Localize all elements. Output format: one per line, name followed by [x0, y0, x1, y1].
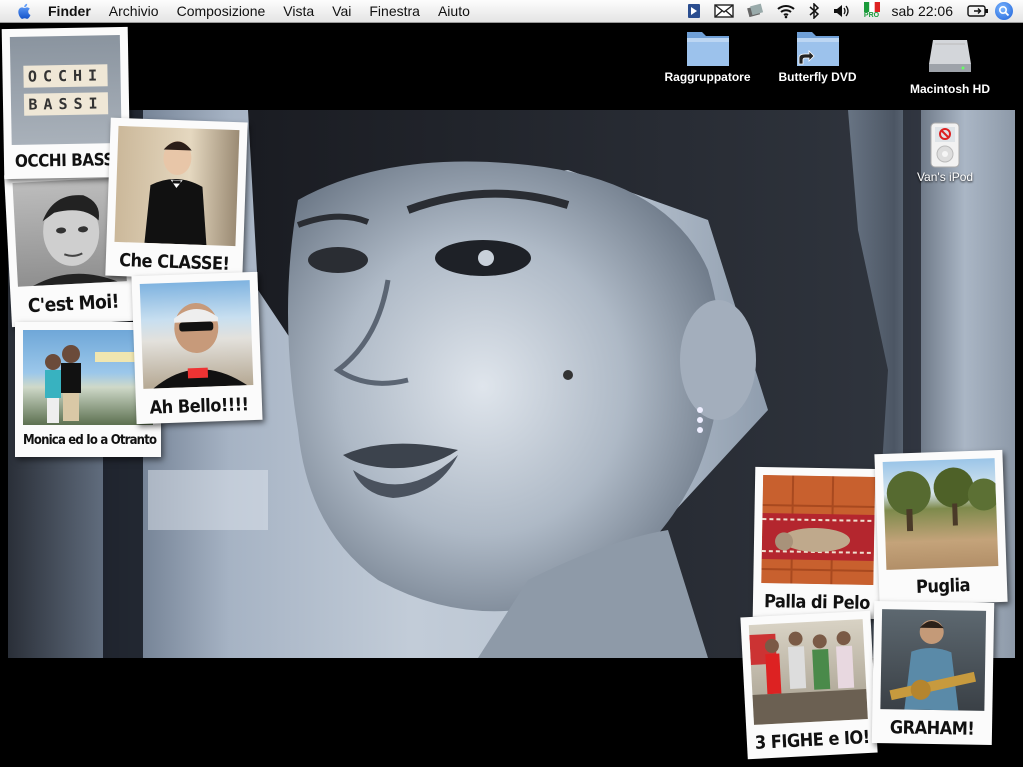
hard-drive-icon	[927, 30, 973, 72]
polaroid-photo	[882, 458, 999, 570]
battery-icon[interactable]	[967, 5, 989, 17]
folder-butterfly-dvd[interactable]: Butterfly DVD	[770, 26, 865, 84]
folder-butterfly-dvd-label: Butterfly DVD	[778, 70, 857, 84]
apple-menu-icon[interactable]	[16, 2, 34, 20]
folder-raggruppatore-label: Raggruppatore	[664, 70, 751, 84]
menu-clock[interactable]: sab 22:06	[892, 3, 954, 19]
menu-aiuto[interactable]: Aiuto	[429, 0, 479, 22]
polaroid-caption: OCCHI BASSI	[14, 150, 120, 172]
polaroid-puglia[interactable]: Puglia	[874, 449, 1008, 607]
volume-icon[interactable]	[832, 3, 852, 19]
mail-icon[interactable]	[713, 3, 734, 19]
disk-macintosh-hd[interactable]: Macintosh HD	[900, 30, 1000, 96]
polaroid-caption: Monica ed Io a Otranto	[23, 433, 157, 448]
polaroid-caption: 3 FIGHE e IO!	[754, 726, 871, 754]
input-menu-flag-icon[interactable]: PRO	[863, 2, 880, 20]
polaroid-caption: Che CLASSE!	[118, 250, 230, 275]
menu-composizione[interactable]: Composizione	[168, 0, 275, 22]
folder-icon	[685, 26, 731, 68]
script-menu-icon[interactable]	[686, 3, 702, 19]
bluetooth-icon[interactable]	[808, 3, 820, 19]
polaroid-ah-bello[interactable]: Ah Bello!!!!	[131, 271, 263, 425]
polaroid-graham[interactable]: GRAHAM!	[871, 600, 995, 746]
menu-bar: Finder Archivio Composizione Vista Vai F…	[0, 0, 1023, 23]
scrabble-tiles-top: OCCHI	[23, 64, 108, 88]
menu-vai[interactable]: Vai	[323, 0, 360, 22]
polaroid-photo	[880, 609, 987, 711]
polaroid-photo	[139, 280, 254, 389]
device-ipod-label: Van's iPod	[916, 170, 974, 184]
polaroid-caption: Puglia	[915, 575, 971, 598]
polaroid-caption: Ah Bello!!!!	[149, 394, 249, 419]
sync-icon[interactable]	[746, 3, 764, 19]
flag-badge-text: PRO	[863, 12, 880, 19]
polaroid-palla-di-pelo[interactable]: Palla di Pelo	[752, 466, 884, 620]
menu-finestra[interactable]: Finestra	[360, 0, 429, 22]
polaroid-photo	[748, 619, 868, 725]
polaroid-caption: C'est Moi!	[27, 290, 120, 318]
polaroid-photo	[761, 475, 876, 585]
polaroid-che-classe[interactable]: Che CLASSE!	[105, 117, 248, 281]
wifi-icon[interactable]	[776, 3, 796, 19]
menu-finder[interactable]: Finder	[46, 0, 100, 22]
scrabble-tiles-bottom: BASSI	[24, 92, 108, 116]
menu-vista[interactable]: Vista	[274, 0, 323, 22]
folder-raggruppatore[interactable]: Raggruppatore	[660, 26, 755, 84]
polaroid-3-fighe-e-io[interactable]: 3 FIGHE e IO!	[740, 610, 878, 760]
spotlight-icon[interactable]	[995, 2, 1013, 20]
polaroid-photo: OCCHI BASSI	[9, 35, 122, 145]
disk-macintosh-hd-label: Macintosh HD	[909, 82, 990, 96]
menu-archivio[interactable]: Archivio	[100, 0, 168, 22]
ipod-icon	[930, 122, 960, 168]
menu-extras: PRO sab 22:06	[680, 0, 1023, 22]
polaroid-photo	[114, 125, 240, 247]
folder-alias-icon	[795, 26, 841, 68]
device-ipod[interactable]: Van's iPod	[905, 122, 985, 184]
polaroid-caption: GRAHAM!	[889, 717, 975, 740]
